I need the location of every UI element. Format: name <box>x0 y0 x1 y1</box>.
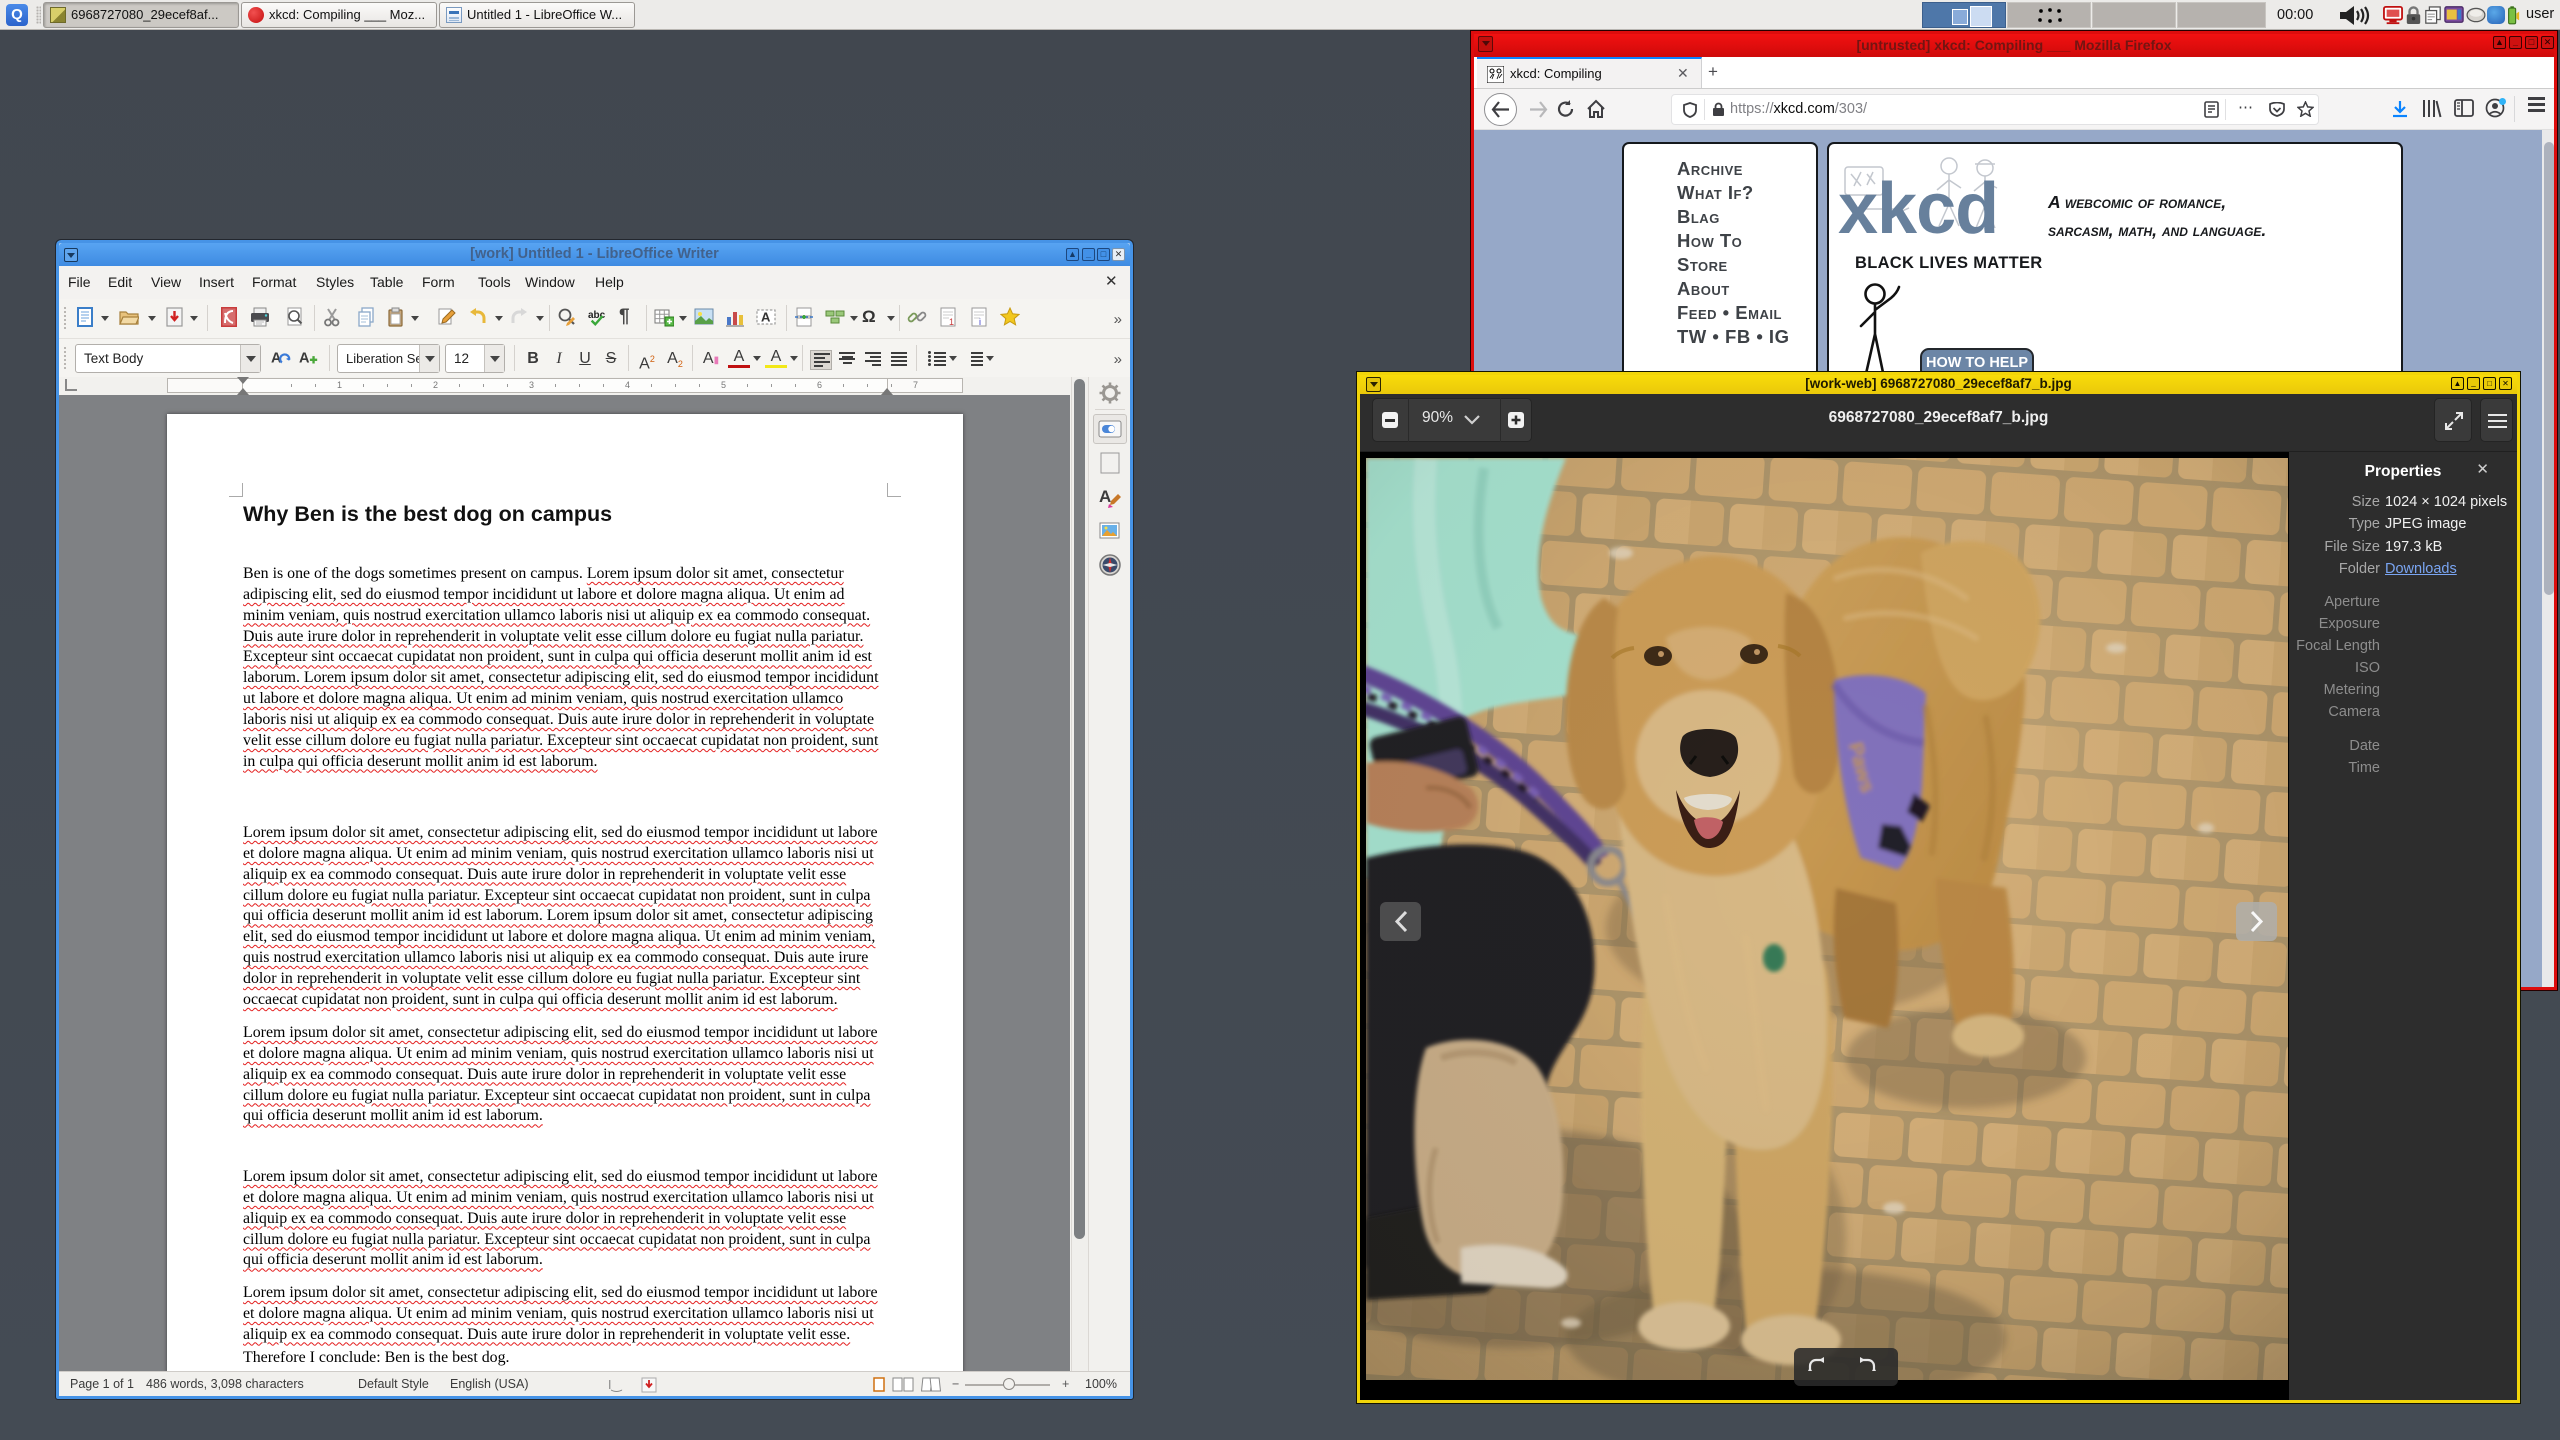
svg-text:i: i <box>979 317 981 327</box>
svg-text:xkcd: xkcd <box>1838 169 1998 249</box>
svg-text:A: A <box>299 351 310 367</box>
svg-text:A: A <box>761 310 771 325</box>
svg-text:abc: abc <box>588 310 606 321</box>
svg-text:A: A <box>1099 487 1111 506</box>
svg-text:1: 1 <box>949 317 954 327</box>
